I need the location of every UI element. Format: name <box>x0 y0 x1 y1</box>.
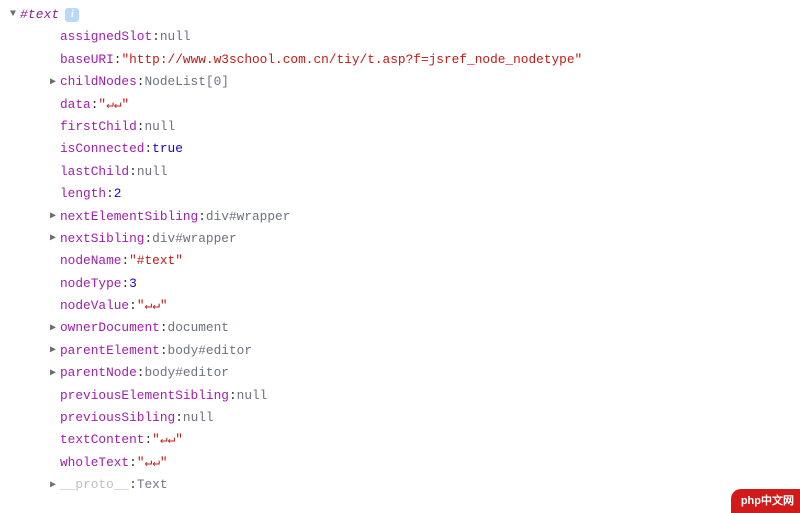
colon: : <box>144 138 152 160</box>
property-value: null <box>137 161 168 183</box>
chevron-right-icon[interactable]: ▶ <box>48 208 58 226</box>
property-row: ▶isConnected: true <box>8 138 800 160</box>
property-value: "↵↵" <box>152 429 183 451</box>
property-value: null <box>160 26 191 48</box>
colon: : <box>129 161 137 183</box>
property-name: nextSibling <box>60 228 144 250</box>
property-value: body#editor <box>144 362 228 384</box>
property-name: firstChild <box>60 116 137 138</box>
info-icon[interactable]: i <box>65 8 79 22</box>
chevron-right-icon[interactable]: ▶ <box>48 320 58 338</box>
property-value: "↵↵" <box>137 295 168 317</box>
property-row: ▶textContent: "↵↵" <box>8 429 800 451</box>
property-row[interactable]: ▶nextSibling: div#wrapper <box>8 228 800 250</box>
object-header-label: #text <box>20 4 59 26</box>
property-name: ownerDocument <box>60 317 160 339</box>
colon: : <box>144 228 152 250</box>
property-name: previousElementSibling <box>60 385 229 407</box>
colon: : <box>160 317 168 339</box>
property-value: "↵↵" <box>98 94 129 116</box>
property-name: isConnected <box>60 138 144 160</box>
colon: : <box>160 340 168 362</box>
property-row: ▶nodeType: 3 <box>8 273 800 295</box>
property-row[interactable]: ▶nextElementSibling: div#wrapper <box>8 206 800 228</box>
colon: : <box>144 429 152 451</box>
property-row-proto[interactable]: ▶ __proto__ : Text <box>8 474 800 496</box>
property-row: ▶nodeName: "#text" <box>8 250 800 272</box>
property-value: div#wrapper <box>206 206 290 228</box>
property-value: 3 <box>129 273 137 295</box>
property-row[interactable]: ▶childNodes: NodeList[0] <box>8 71 800 93</box>
property-row: ▶assignedSlot: null <box>8 26 800 48</box>
property-name: parentNode <box>60 362 137 384</box>
colon: : <box>152 26 160 48</box>
property-name: textContent <box>60 429 144 451</box>
property-row: ▶length: 2 <box>8 183 800 205</box>
property-value: body#editor <box>168 340 252 362</box>
property-value: div#wrapper <box>152 228 236 250</box>
property-value: "#text" <box>129 250 183 272</box>
colon: : <box>121 273 129 295</box>
colon: : <box>121 250 129 272</box>
property-value: null <box>144 116 175 138</box>
property-row[interactable]: ▶parentElement: body#editor <box>8 340 800 362</box>
colon: : <box>91 94 99 116</box>
site-watermark: php中文网 <box>731 489 800 513</box>
property-value: null <box>183 407 214 429</box>
property-value: NodeList[0] <box>144 71 228 93</box>
chevron-down-icon[interactable]: ▼ <box>8 6 18 24</box>
property-value: "http://www.w3school.com.cn/tiy/t.asp?f=… <box>121 49 582 71</box>
property-name: assignedSlot <box>60 26 152 48</box>
property-value: 2 <box>114 183 122 205</box>
colon: : <box>129 474 137 496</box>
property-row: ▶previousSibling: null <box>8 407 800 429</box>
chevron-right-icon[interactable]: ▶ <box>48 74 58 92</box>
colon: : <box>198 206 206 228</box>
property-name: previousSibling <box>60 407 175 429</box>
property-name: childNodes <box>60 71 137 93</box>
colon: : <box>129 295 137 317</box>
property-name: length <box>60 183 106 205</box>
property-value: document <box>168 317 229 339</box>
property-name: nodeValue <box>60 295 129 317</box>
chevron-right-icon[interactable]: ▶ <box>48 477 58 495</box>
property-name: wholeText <box>60 452 129 474</box>
colon: : <box>129 452 137 474</box>
property-value: Text <box>137 474 168 496</box>
colon: : <box>229 385 237 407</box>
property-row: ▶data: "↵↵" <box>8 94 800 116</box>
property-name: nextElementSibling <box>60 206 198 228</box>
colon: : <box>114 49 122 71</box>
colon: : <box>137 362 145 384</box>
property-row: ▶lastChild: null <box>8 161 800 183</box>
property-row[interactable]: ▶parentNode: body#editor <box>8 362 800 384</box>
object-header-row[interactable]: ▼ #text i <box>8 4 800 26</box>
chevron-right-icon[interactable]: ▶ <box>48 365 58 383</box>
property-name: __proto__ <box>60 474 129 496</box>
property-value: "↵↵" <box>137 452 168 474</box>
property-name: nodeName <box>60 250 121 272</box>
colon: : <box>106 183 114 205</box>
colon: : <box>137 116 145 138</box>
property-name: lastChild <box>60 161 129 183</box>
property-name: parentElement <box>60 340 160 362</box>
property-row: ▶firstChild: null <box>8 116 800 138</box>
property-row[interactable]: ▶ownerDocument: document <box>8 317 800 339</box>
property-value: null <box>237 385 268 407</box>
property-row: ▶wholeText: "↵↵" <box>8 452 800 474</box>
property-name: nodeType <box>60 273 121 295</box>
property-row: ▶nodeValue: "↵↵" <box>8 295 800 317</box>
property-row: ▶previousElementSibling: null <box>8 385 800 407</box>
chevron-right-icon[interactable]: ▶ <box>48 342 58 360</box>
property-value: true <box>152 138 183 160</box>
property-name: baseURI <box>60 49 114 71</box>
property-name: data <box>60 94 91 116</box>
colon: : <box>175 407 183 429</box>
property-row: ▶baseURI: "http://www.w3school.com.cn/ti… <box>8 49 800 71</box>
chevron-right-icon[interactable]: ▶ <box>48 230 58 248</box>
colon: : <box>137 71 145 93</box>
